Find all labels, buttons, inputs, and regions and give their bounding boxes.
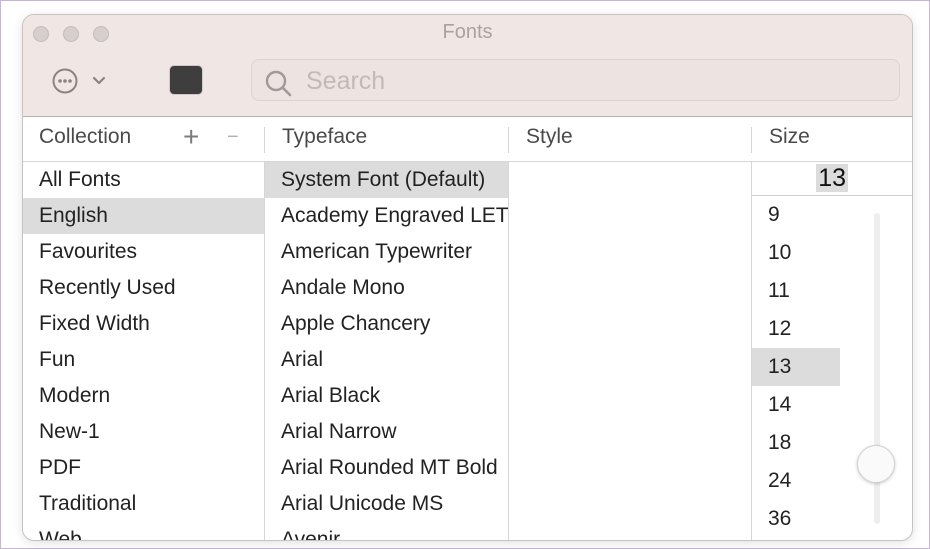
size-option[interactable]: 11 bbox=[752, 272, 842, 310]
size-value[interactable]: 13 bbox=[816, 164, 848, 192]
typeface-list: System Font (Default) Academy Engraved LE… bbox=[265, 162, 508, 540]
size-option[interactable]: 24 bbox=[752, 462, 842, 500]
search-input[interactable] bbox=[304, 64, 888, 98]
typeface-item[interactable]: Arial Narrow bbox=[265, 414, 508, 450]
collection-list: All Fonts English Favourites Recently Used F… bbox=[23, 162, 264, 540]
size-option[interactable]: 14 bbox=[752, 386, 842, 424]
collection-item[interactable]: All Fonts bbox=[23, 162, 264, 198]
typeface-item[interactable]: Avenir bbox=[265, 522, 508, 540]
collection-header: Collection bbox=[39, 125, 132, 148]
collection-item[interactable]: English bbox=[23, 198, 264, 234]
header-divider bbox=[264, 127, 265, 153]
typeface-item[interactable]: Arial Black bbox=[265, 378, 508, 414]
text-color-well[interactable] bbox=[169, 65, 203, 95]
collection-item[interactable]: Web bbox=[23, 522, 264, 540]
collection-item[interactable]: New-1 bbox=[23, 414, 264, 450]
fonts-window: Fonts Collection + − Typeface Style bbox=[22, 14, 913, 541]
style-list bbox=[509, 162, 751, 540]
size-option[interactable]: 18 bbox=[752, 424, 842, 462]
typeface-item[interactable]: Apple Chancery bbox=[265, 306, 508, 342]
size-list: 9 10 11 12 13 14 18 24 36 bbox=[752, 196, 842, 538]
size-field[interactable]: 13 bbox=[752, 162, 912, 196]
typeface-item[interactable]: Arial Rounded MT Bold bbox=[265, 450, 508, 486]
typeface-item[interactable]: Arial bbox=[265, 342, 508, 378]
ellipsis-circle-icon bbox=[52, 68, 106, 94]
collection-item[interactable]: Fun bbox=[23, 342, 264, 378]
search-icon bbox=[265, 70, 292, 97]
typeface-item[interactable]: Andale Mono bbox=[265, 270, 508, 306]
size-option[interactable]: 10 bbox=[752, 234, 842, 272]
collection-item[interactable]: Traditional bbox=[23, 486, 264, 522]
typeface-item[interactable]: American Typewriter bbox=[265, 234, 508, 270]
header-divider bbox=[751, 127, 752, 153]
remove-collection-button[interactable]: − bbox=[227, 123, 239, 151]
size-option[interactable]: 12 bbox=[752, 310, 842, 348]
collection-item[interactable]: Fixed Width bbox=[23, 306, 264, 342]
size-option[interactable]: 36 bbox=[752, 500, 842, 538]
style-header: Style bbox=[526, 125, 573, 148]
size-slider-knob[interactable] bbox=[857, 445, 895, 484]
size-option[interactable]: 13 bbox=[752, 348, 840, 386]
window-title: Fonts bbox=[442, 21, 493, 43]
title-bar: Fonts bbox=[23, 15, 912, 117]
search-field[interactable] bbox=[251, 59, 900, 101]
typeface-item[interactable]: System Font (Default) bbox=[265, 162, 508, 198]
column-header: Collection + − Typeface Style Size bbox=[23, 117, 912, 162]
size-option[interactable]: 9 bbox=[752, 196, 842, 234]
collection-item[interactable]: Recently Used bbox=[23, 270, 264, 306]
size-header: Size bbox=[769, 125, 810, 148]
header-divider bbox=[508, 127, 509, 153]
typeface-header: Typeface bbox=[282, 125, 368, 148]
actions-menu-button[interactable] bbox=[51, 67, 111, 95]
typeface-item[interactable]: Academy Engraved LET bbox=[265, 198, 508, 234]
collection-item[interactable]: PDF bbox=[23, 450, 264, 486]
collection-item[interactable]: Favourites bbox=[23, 234, 264, 270]
typeface-item[interactable]: Arial Unicode MS bbox=[265, 486, 508, 522]
collection-item[interactable]: Modern bbox=[23, 378, 264, 414]
add-collection-button[interactable]: + bbox=[183, 123, 199, 151]
